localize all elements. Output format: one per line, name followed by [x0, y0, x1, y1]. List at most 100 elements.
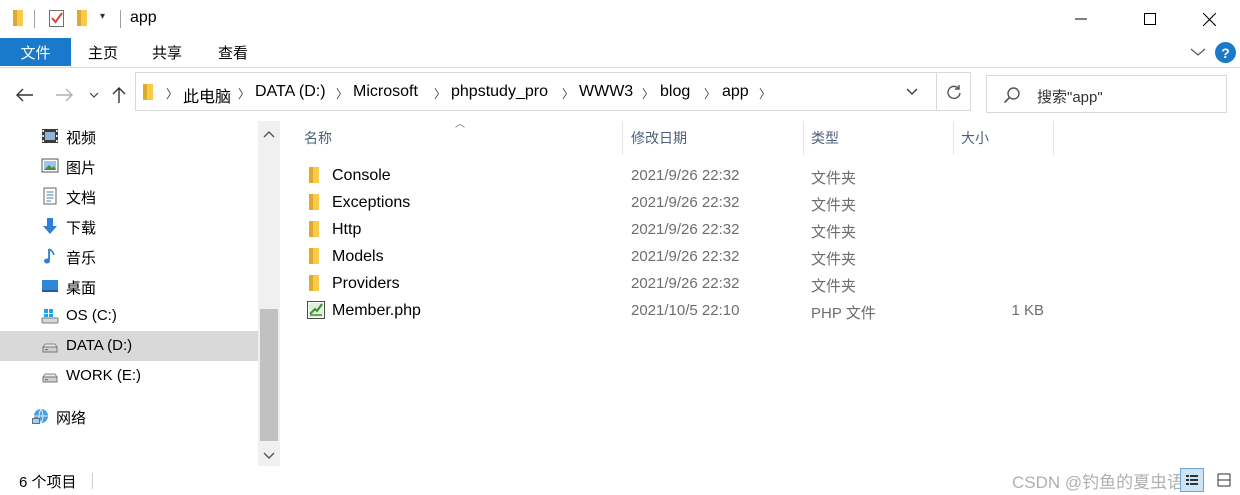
address-bar[interactable]: 〉 此电脑 〉 DATA (D:) 〉 Microsoft 〉 phpstudy…: [135, 72, 971, 111]
folder-icon: [308, 247, 322, 269]
table-row[interactable]: Http 2021/9/26 22:32 文件夹: [282, 216, 1240, 243]
maximize-button[interactable]: [1127, 0, 1173, 38]
breadcrumb-phpstudy-pro[interactable]: phpstudy_pro: [451, 83, 548, 101]
back-button[interactable]: [12, 81, 38, 109]
column-header-label: 修改日期: [631, 130, 687, 146]
column-header-size[interactable]: 大小: [954, 121, 1054, 155]
downloads-icon: [41, 217, 59, 235]
refresh-button[interactable]: [936, 73, 971, 110]
nav-label: 图片: [66, 160, 97, 177]
nav-item-videos[interactable]: 视频: [0, 121, 258, 151]
file-name: Models: [332, 248, 384, 265]
forward-button[interactable]: [52, 81, 76, 109]
pictures-icon: [41, 157, 59, 175]
breadcrumb-microsoft[interactable]: Microsoft: [353, 83, 418, 101]
breadcrumb-separator[interactable]: 〉: [642, 85, 654, 102]
navigation-pane: 视频 图片 文档 下载 音乐 桌面 OS (C:) DATA (D:) WORK…: [0, 121, 258, 466]
nav-label: 文档: [66, 190, 97, 207]
table-row[interactable]: Providers 2021/9/26 22:32 文件夹: [282, 270, 1240, 297]
status-bar: 6 个项目 CSDN @钓鱼的夏虫语冰: [0, 466, 1240, 495]
nav-label: WORK (E:): [66, 367, 141, 384]
breadcrumb-separator[interactable]: 〉: [166, 85, 178, 102]
nav-item-data-d[interactable]: DATA (D:): [0, 331, 258, 361]
nav-label: OS (C:): [66, 307, 117, 324]
new-folder-icon[interactable]: [76, 9, 90, 31]
nav-item-documents[interactable]: 文档: [0, 181, 258, 211]
tab-view[interactable]: 查看: [218, 38, 248, 66]
quick-access-dropdown-icon[interactable]: ▾: [100, 11, 105, 22]
folder-icon: [308, 220, 322, 242]
sort-ascending-icon: ︿: [455, 119, 465, 130]
file-size: 1 KB: [1011, 302, 1044, 319]
table-row[interactable]: Member.php 2021/10/5 22:10 PHP 文件 1 KB: [282, 297, 1240, 324]
file-date: 2021/10/5 22:10: [631, 302, 740, 319]
column-header-name[interactable]: 名称 ︿: [282, 119, 623, 155]
network-icon: [31, 407, 49, 425]
file-type: 文件夹: [811, 251, 857, 268]
navigation-pane-scrollbar[interactable]: [258, 121, 280, 466]
column-header-type[interactable]: 类型: [804, 121, 954, 155]
nav-item-music[interactable]: 音乐: [0, 241, 258, 271]
properties-icon[interactable]: [48, 8, 66, 32]
php-file-icon: [306, 300, 326, 324]
column-header-date[interactable]: 修改日期: [623, 121, 804, 155]
tab-file[interactable]: 文件: [0, 38, 71, 66]
nav-item-desktop[interactable]: 桌面: [0, 271, 258, 301]
nav-item-network[interactable]: 网络: [0, 401, 258, 431]
watermark: CSDN @钓鱼的夏虫语冰: [1012, 473, 1202, 492]
column-header-label: 类型: [811, 130, 839, 146]
file-type: 文件夹: [811, 278, 857, 295]
tab-home[interactable]: 主页: [88, 38, 118, 66]
breadcrumb-blog[interactable]: blog: [660, 83, 690, 101]
table-row[interactable]: Console 2021/9/26 22:32 文件夹: [282, 162, 1240, 189]
expand-ribbon-icon[interactable]: [1190, 44, 1206, 61]
recent-locations-dropdown[interactable]: [86, 81, 102, 109]
ribbon-tabs: 文件 主页 共享 查看 ?: [0, 38, 1240, 68]
close-button[interactable]: [1186, 0, 1232, 38]
title-bar: ▾ app: [0, 0, 1240, 38]
breadcrumb-separator[interactable]: 〉: [434, 85, 446, 102]
large-icons-view-button[interactable]: [1212, 468, 1236, 492]
window-title: app: [130, 9, 157, 26]
breadcrumb-separator[interactable]: 〉: [336, 85, 348, 102]
navigation-bar: 〉 此电脑 〉 DATA (D:) 〉 Microsoft 〉 phpstudy…: [0, 69, 1240, 121]
column-header-label: 大小: [961, 130, 989, 146]
breadcrumb-separator[interactable]: 〉: [238, 85, 250, 102]
scrollbar-thumb[interactable]: [260, 309, 278, 441]
drive-icon: [41, 367, 59, 385]
address-history-dropdown-icon[interactable]: [906, 84, 918, 102]
breadcrumb-separator[interactable]: 〉: [759, 85, 771, 102]
nav-item-pictures[interactable]: 图片: [0, 151, 258, 181]
drive-icon: [41, 337, 59, 355]
breadcrumb-data-drive[interactable]: DATA (D:): [255, 83, 326, 101]
file-name: Providers: [332, 275, 400, 292]
folder-icon: [308, 193, 322, 215]
breadcrumb-www3[interactable]: WWW3: [579, 83, 633, 101]
nav-label: 视频: [66, 130, 97, 147]
windows-drive-icon: [41, 307, 59, 325]
help-icon[interactable]: ?: [1215, 42, 1236, 63]
nav-item-work-e[interactable]: WORK (E:): [0, 361, 258, 391]
minimize-button[interactable]: [1058, 0, 1104, 38]
breadcrumb-separator[interactable]: 〉: [704, 85, 716, 102]
breadcrumb-app[interactable]: app: [722, 83, 749, 101]
scroll-down-icon[interactable]: [263, 447, 275, 464]
folder-icon: [308, 166, 322, 188]
table-row[interactable]: Models 2021/9/26 22:32 文件夹: [282, 243, 1240, 270]
breadcrumb-separator[interactable]: 〉: [562, 85, 574, 102]
search-box[interactable]: 搜索"app": [986, 75, 1227, 113]
file-name: Member.php: [332, 302, 421, 319]
table-row[interactable]: Exceptions 2021/9/26 22:32 文件夹: [282, 189, 1240, 216]
breadcrumb-this-pc[interactable]: 此电脑: [183, 83, 231, 107]
file-list: 名称 ︿ 修改日期 类型 大小 Console 2021/9/26 22:32 …: [282, 119, 1240, 466]
documents-icon: [41, 187, 59, 205]
up-button[interactable]: [108, 81, 130, 109]
file-type: 文件夹: [811, 224, 857, 241]
tab-share[interactable]: 共享: [152, 38, 182, 66]
scroll-up-icon[interactable]: [263, 125, 275, 142]
nav-label: 网络: [56, 410, 87, 427]
nav-label: 音乐: [66, 250, 97, 267]
nav-item-os-c[interactable]: OS (C:): [0, 301, 258, 331]
nav-item-downloads[interactable]: 下载: [0, 211, 258, 241]
details-view-button[interactable]: [1180, 468, 1204, 492]
